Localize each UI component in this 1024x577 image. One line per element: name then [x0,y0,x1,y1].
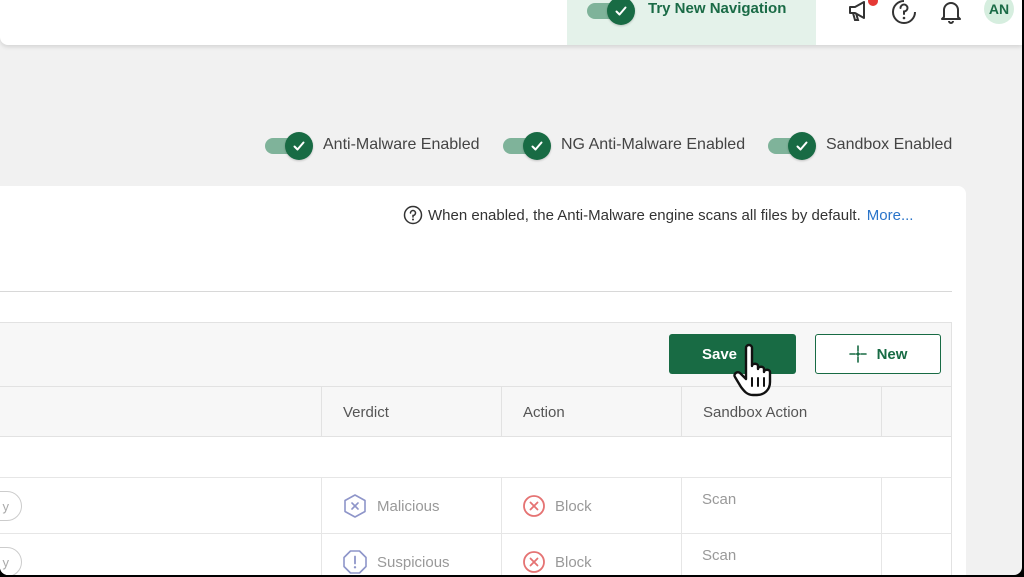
toggle-knob [788,132,816,160]
help-icon[interactable] [891,0,917,24]
sandbox-action-cell: Scan [681,478,881,534]
hexagon-x-icon [344,494,366,518]
check-icon [796,141,808,151]
scope-pill: y [0,547,22,575]
info-line: When enabled, the Anti-Malware engine sc… [403,205,913,225]
try-new-navigation-toggle[interactable] [587,0,635,25]
anti-malware-toggle[interactable] [265,130,313,160]
ng-anti-malware-toggle[interactable] [503,130,551,160]
circle-x-icon [523,495,545,517]
sandbox-label: Sandbox Enabled [826,136,953,153]
notification-dot [868,0,878,6]
check-icon [293,141,305,151]
verdict-cell: Malicious [321,478,501,534]
circle-x-icon [523,551,545,573]
toggle-knob [607,0,635,25]
action-text: Block [555,553,592,571]
table-row[interactable]: y Malicious Block Scan [0,477,952,534]
hand-pointer-cursor-icon [733,343,772,397]
sparkle-plus-icon [848,345,867,363]
check-icon [531,141,543,151]
verdict-cell: Suspicious [321,534,501,575]
verdict-text: Malicious [377,497,440,515]
new-button[interactable]: New [815,334,941,374]
top-navigation-bar: Try New Navigation AN [0,0,1022,45]
column-header-empty [881,387,952,437]
try-new-navigation-banner[interactable]: Try New Navigation [567,0,816,45]
bell-icon[interactable] [938,0,964,24]
table-header: Verdict Action Sandbox Action [0,387,952,437]
check-icon [615,6,627,16]
table-row[interactable]: y Suspicious Block Scan [0,533,952,575]
sandbox-action-cell: Scan [681,534,881,575]
column-header-action[interactable]: Action [501,387,681,437]
sandbox-toggle[interactable] [768,130,816,160]
user-avatar[interactable]: AN [984,0,1014,24]
try-new-navigation-label: Try New Navigation [648,0,787,17]
info-text: When enabled, the Anti-Malware engine sc… [428,206,861,224]
action-text: Block [555,497,592,515]
column-header-verdict[interactable]: Verdict [321,387,501,437]
scope-pill: y [0,491,22,521]
new-button-label: New [876,345,908,363]
action-cell: Block [501,534,681,575]
anti-malware-label: Anti-Malware Enabled [323,136,480,153]
section-divider [0,291,952,292]
extra-cell [881,478,952,534]
action-cell: Block [501,478,681,534]
toggle-knob [523,132,551,160]
table-toolbar [0,322,952,387]
more-link[interactable]: More... [867,207,914,224]
app-window: Try New Navigation AN Anti-Malware Enabl… [0,0,1022,575]
ng-anti-malware-label: NG Anti-Malware Enabled [561,136,746,153]
table-spacer-row [0,437,952,477]
octagon-exclamation-icon [343,550,367,574]
toggle-knob [285,132,313,160]
extra-cell [881,534,952,575]
question-circle-icon [403,205,423,225]
verdict-text: Suspicious [377,553,450,571]
